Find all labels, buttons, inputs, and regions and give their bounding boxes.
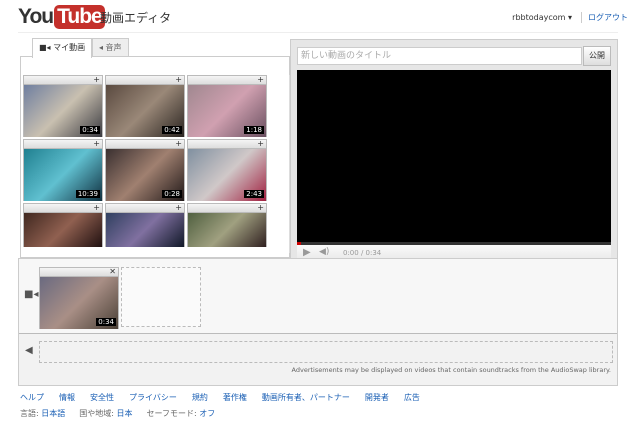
footer-links: ヘルプ 情報 安全性 プライバシー 規約 著作権 動画所有者、パートナー 開発者 広告 [20, 392, 420, 403]
volume-icon[interactable]: ◀) [319, 247, 329, 257]
footer-link[interactable]: 開発者 [365, 392, 389, 403]
footer-link[interactable]: 広告 [404, 392, 420, 403]
library-video[interactable]: +0:42 [105, 75, 185, 137]
video-duration: 0:28 [162, 190, 182, 198]
add-video-icon[interactable]: + [188, 204, 266, 213]
video-library: +0:34 +0:42 +1:18 +10:39 +0:28 +2:43 + + + [20, 56, 298, 258]
library-video[interactable]: +1:18 [187, 75, 267, 137]
library-video[interactable]: +0:28 [105, 139, 185, 201]
video-track: ■◂ ✕ 0:34 [19, 259, 617, 334]
add-video-icon[interactable]: + [106, 76, 184, 85]
library-video[interactable]: + [23, 203, 103, 247]
audio-track[interactable] [39, 341, 613, 363]
ads-notice: Advertisements may be displayed on video… [291, 366, 611, 374]
language-setting[interactable]: 言語: 日本語 [20, 408, 65, 419]
empty-clip-slot[interactable] [121, 267, 201, 327]
play-icon[interactable]: ▶ [303, 247, 311, 258]
footer-link[interactable]: 安全性 [90, 392, 114, 403]
clip-duration: 0:34 [96, 318, 116, 326]
timeline: ■◂ ✕ 0:34 ◀ Advertisements may be displa… [18, 258, 618, 386]
page-title: 動画エディタ [100, 11, 172, 25]
logout-link[interactable]: ログアウト [581, 12, 628, 23]
video-duration: 0:42 [162, 126, 182, 134]
footer-link[interactable]: ヘルプ [20, 392, 44, 403]
library-video[interactable]: +10:39 [23, 139, 103, 201]
add-video-icon[interactable]: + [188, 76, 266, 85]
add-video-icon[interactable]: + [106, 204, 184, 213]
video-duration: 1:18 [244, 126, 264, 134]
preview-panel: 新しい動画のタイトル 公開 ▶ ◀) 0:00 / 0:34 [290, 39, 618, 264]
audio-icon: ◀ [25, 345, 33, 356]
add-video-icon[interactable]: + [24, 204, 102, 213]
user-menu[interactable]: rbbtodaycom ▾ [512, 13, 572, 22]
logo-you: You [18, 5, 54, 28]
footer-settings: 言語: 日本語 国や地域: 日本 セーフモード: オフ [20, 408, 215, 419]
library-video[interactable]: +2:43 [187, 139, 267, 201]
footer-link[interactable]: 情報 [59, 392, 75, 403]
remove-clip-icon[interactable]: ✕ [40, 268, 118, 277]
add-video-icon[interactable]: + [24, 140, 102, 149]
time-display: 0:00 / 0:34 [343, 249, 382, 257]
video-duration: 0:34 [80, 126, 100, 134]
timeline-clip[interactable]: ✕ 0:34 [39, 267, 119, 329]
logo-tube: Tube [54, 5, 105, 29]
tab-my-videos[interactable]: ■◂ マイ動画 [32, 38, 93, 58]
footer-link[interactable]: 著作権 [223, 392, 247, 403]
footer-link[interactable]: 動画所有者、パートナー [262, 392, 350, 403]
video-camera-icon: ■◂ [24, 289, 39, 300]
library-video[interactable]: + [187, 203, 267, 247]
divider [18, 32, 618, 33]
publish-button[interactable]: 公開 [583, 46, 611, 66]
region-setting[interactable]: 国や地域: 日本 [79, 408, 132, 419]
video-player[interactable] [297, 70, 611, 242]
footer-link[interactable]: 規約 [192, 392, 208, 403]
video-title-input[interactable]: 新しい動画のタイトル [297, 47, 582, 65]
video-duration: 2:43 [244, 190, 264, 198]
youtube-logo[interactable]: You Tube [18, 4, 105, 30]
footer-link[interactable]: プライバシー [129, 392, 177, 403]
safe-mode-setting[interactable]: セーフモード: オフ [147, 408, 216, 419]
tab-audio[interactable]: ◂ 音声 [92, 38, 129, 57]
add-video-icon[interactable]: + [106, 140, 184, 149]
library-video[interactable]: + [105, 203, 185, 247]
add-video-icon[interactable]: + [188, 140, 266, 149]
add-video-icon[interactable]: + [24, 76, 102, 85]
video-duration: 10:39 [75, 190, 100, 198]
library-video[interactable]: +0:34 [23, 75, 103, 137]
